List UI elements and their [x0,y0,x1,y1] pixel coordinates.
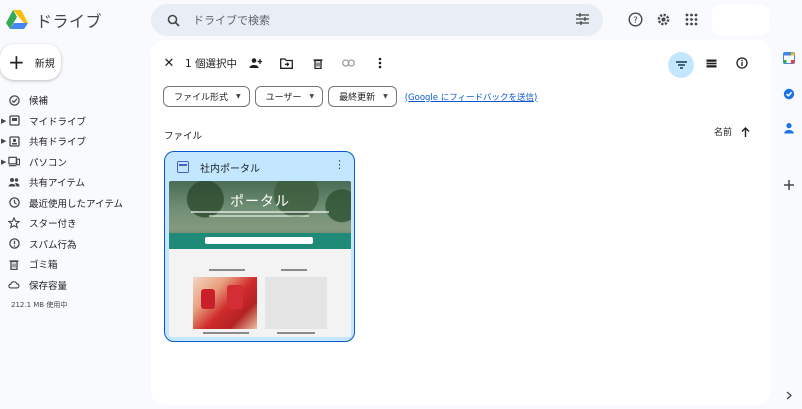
people-icon [8,176,20,188]
thumbnail-placeholder-image [265,277,327,329]
clear-selection-close-icon[interactable]: ✕ [161,56,177,71]
dropdown-arrow-icon: ▼ [236,93,241,100]
my-drive-icon [8,115,20,127]
file-thumbnail: ポータル [169,181,351,337]
sidebar-item-spam[interactable]: スパム行為 [0,234,145,255]
share-add-person-icon[interactable] [248,56,262,70]
storage-usage-text: 212.1 MB 使用中 [11,301,68,309]
drive-logo[interactable]: ドライブ [6,8,102,32]
sidebar-item-shared-with-me[interactable]: 共有アイテム [0,172,145,193]
files-section-title: ファイル [164,131,203,142]
list-view-icon[interactable] [704,56,718,70]
sidebar-item-recent[interactable]: 最近使用したアイテム [0,193,145,214]
add-app-plus-icon[interactable] [776,179,802,191]
expand-caret-icon[interactable]: ▶ [1,117,6,125]
sidebar-item-label: 最近使用したアイテム [29,198,124,210]
calendar-app-icon[interactable] [776,52,802,64]
main-panel: ✕ 1 個選択中 ファイル形式 ▼ ユーザー ▼ 最終更新 ▼ (Google … [151,40,771,405]
file-card[interactable]: 社内ポータル ⋮ ポータル [164,151,355,342]
sidebar-item-label: 共有アイテム [29,178,86,190]
sidebar-item-label: 保存容量 [29,280,68,292]
sort-arrow-up-icon [741,126,750,137]
drive-logo-icon [6,10,28,29]
sidebar-item-trash[interactable]: ゴミ箱 [0,254,145,275]
search-options-icon[interactable] [576,13,589,29]
dropdown-arrow-icon: ▼ [309,93,315,100]
thumbnail-hero-title: ポータル [230,194,290,210]
expand-caret-icon[interactable]: ▶ [1,158,6,166]
search-icon[interactable] [165,12,181,28]
new-button-label: 新規 [34,58,55,70]
more-actions-icon[interactable] [373,56,387,70]
file-name: 社内ポータル [200,164,260,175]
file-more-actions-icon[interactable]: ⋮ [334,158,345,171]
filter-toggle-button[interactable] [668,52,694,78]
sidebar-item-starred[interactable]: スター付き [0,213,145,234]
sidebar-item-label: パソコン [29,157,68,169]
tasks-app-icon[interactable] [776,88,802,100]
star-icon [8,217,20,230]
sort-label: 名前 [714,128,733,138]
shared-drive-icon [8,135,20,147]
filter-icon [675,61,687,69]
expand-caret-icon[interactable]: ▶ [1,137,6,145]
feedback-link[interactable]: (Google にフィードバックを送信) [405,91,538,103]
chip-label: ユーザー [265,93,302,103]
settings-gear-icon[interactable] [655,11,671,27]
copy-link-icon[interactable] [341,56,355,70]
expand-side-panel-chevron-icon[interactable] [776,391,802,400]
thumbnail-photo [193,277,257,329]
computer-icon [8,156,20,168]
check-circle-icon [8,94,20,106]
selection-bar: ✕ 1 個選択中 [161,54,237,72]
sidebar-item-label: マイドライブ [29,116,87,128]
delete-trash-icon[interactable] [311,56,325,70]
spam-icon [8,238,20,250]
filter-chip-file-type[interactable]: ファイル形式 ▼ [163,86,250,107]
selection-count: 1 個選択中 [185,57,238,70]
sidebar-item-suggested[interactable]: 候補 [0,90,145,111]
sidebar-item-shared-drives[interactable]: ▶ 共有ドライブ [0,131,145,152]
clock-icon [8,197,20,209]
sidebar-item-my-drive[interactable]: ▶ マイドライブ [0,111,145,132]
trash-icon [8,258,20,270]
account-avatar[interactable] [712,5,769,35]
chip-label: ファイル形式 [174,93,229,103]
sidebar-item-label: 候補 [29,96,49,108]
sidebar-item-label: ゴミ箱 [29,260,58,272]
search-bar[interactable]: ドライブで検索 [151,4,603,36]
details-info-icon[interactable] [735,56,749,70]
sidebar-item-label: 共有ドライブ [29,137,87,149]
sidebar-item-label: スター付き [29,219,77,231]
filter-chips: ファイル形式 ▼ ユーザー ▼ 最終更新 ▼ (Google にフィードバックを… [163,86,537,107]
contacts-app-icon[interactable] [776,122,802,134]
dropdown-arrow-icon: ▼ [383,93,388,100]
thumbnail-search-band [169,233,351,249]
filter-chip-modified[interactable]: 最終更新 ▼ [328,86,397,107]
apps-grid-icon[interactable] [683,11,699,27]
help-icon[interactable]: ? [627,11,643,27]
sort-by-name-button[interactable]: 名前 [714,125,750,138]
cloud-icon [8,279,20,291]
sidebar-item-storage[interactable]: 保存容量 [0,275,145,296]
plus-icon: + [8,50,25,74]
chip-label: 最終更新 [339,93,376,103]
sidebar-nav: 候補 ▶ マイドライブ ▶ 共有ドライブ ▶ パソコン 共有アイテム 最近使用し… [0,90,145,295]
filter-chip-people[interactable]: ユーザー ▼ [254,86,324,107]
move-to-folder-icon[interactable] [279,56,293,70]
sidebar-item-computers[interactable]: ▶ パソコン [0,152,145,173]
svg-text:?: ? [633,16,638,26]
app-title: ドライブ [36,12,103,31]
google-sites-icon [177,161,189,173]
search-input[interactable]: ドライブで検索 [193,12,270,28]
new-button[interactable]: + 新規 [0,44,61,80]
sidebar-item-label: スパム行為 [29,239,77,251]
